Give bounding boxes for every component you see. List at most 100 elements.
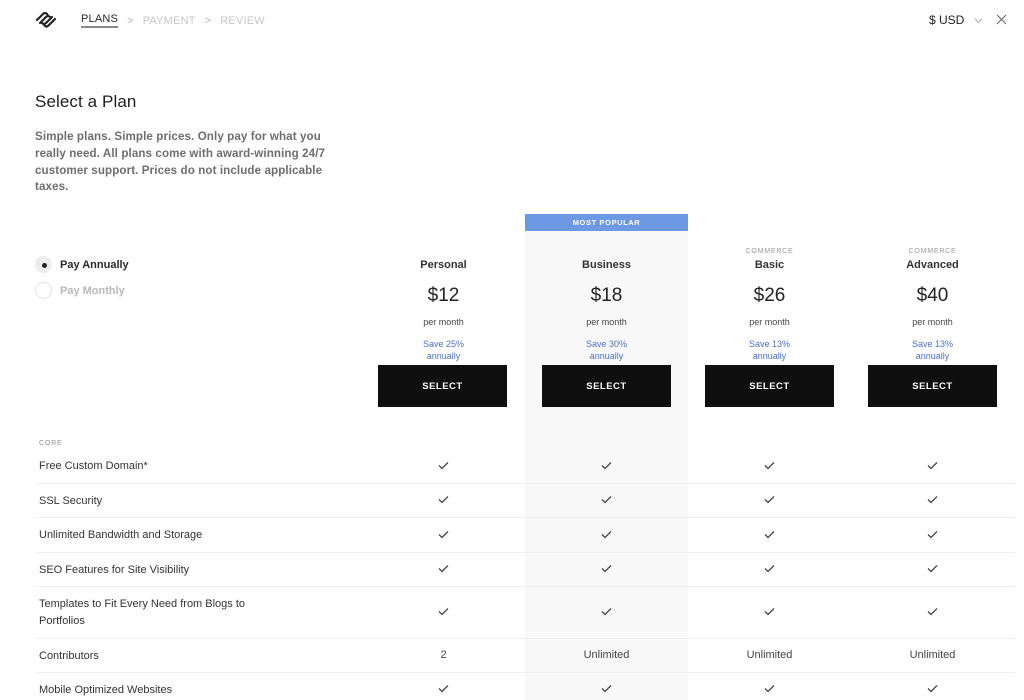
step-review: REVIEW (220, 14, 265, 27)
currency-label: $ USD (929, 13, 965, 27)
check-icon (362, 607, 525, 619)
check-icon (851, 461, 1014, 473)
step-separator-icon: > (204, 14, 212, 27)
squarespace-logo-icon[interactable] (35, 11, 57, 29)
check-icon (851, 495, 1014, 507)
pay-annually-option[interactable]: Pay Annually (35, 256, 129, 273)
feature-value: Unlimited (583, 649, 630, 661)
feature-row: Contributors 2 Unlimited Unlimited Unlimited (35, 639, 1015, 673)
feature-name: Free Custom Domain* (39, 460, 148, 472)
check-icon (688, 495, 851, 507)
check-icon (362, 495, 525, 507)
page-title: Select a Plan (35, 92, 137, 111)
plan-price: $26 (753, 285, 786, 306)
plan-savings-line2: annually (915, 351, 950, 361)
plan-name: Business (582, 259, 631, 271)
select-business-button[interactable]: SELECT (542, 365, 671, 407)
plan-savings-line1: Save 25% (422, 339, 465, 349)
currency-selector[interactable]: $ USD (929, 13, 983, 27)
check-icon (525, 684, 688, 696)
check-icon (688, 607, 851, 619)
pay-monthly-option[interactable]: Pay Monthly (35, 282, 129, 299)
billing-period-radio-group: Pay Annually Pay Monthly (35, 256, 129, 308)
select-commerce-basic-button[interactable]: SELECT (705, 365, 834, 407)
plan-kicker (362, 246, 525, 257)
plan-kicker: COMMERCE (908, 248, 957, 255)
check-icon (851, 564, 1014, 576)
plan-savings: Save 13% annually (851, 338, 1014, 362)
plan-personal: Personal $12 per month Save 25% annually (362, 240, 525, 362)
pay-monthly-label[interactable]: Pay Monthly (60, 285, 125, 297)
check-icon (851, 684, 1014, 696)
check-icon (688, 530, 851, 542)
feature-row: Templates to Fit Every Need from Blogs t… (35, 587, 1015, 639)
plan-savings-line2: annually (426, 351, 461, 361)
plan-savings-line1: Save 13% (748, 339, 791, 349)
step-payment: PAYMENT (142, 14, 196, 27)
check-icon (525, 530, 688, 542)
feature-row: SEO Features for Site Visibility (35, 553, 1015, 587)
plan-period: per month (749, 317, 790, 327)
plan-price: $40 (916, 285, 949, 306)
check-icon (525, 461, 688, 473)
check-icon (688, 461, 851, 473)
check-icon (362, 530, 525, 542)
step-plans[interactable]: PLANS (81, 13, 119, 28)
check-icon (362, 461, 525, 473)
feature-name: SEO Features for Site Visibility (39, 563, 190, 576)
plan-savings-line1: Save 13% (911, 339, 954, 349)
check-icon (362, 684, 525, 696)
check-icon (525, 607, 688, 619)
feature-row: SSL Security (35, 484, 1015, 518)
plan-period: per month (586, 317, 627, 327)
plan-kicker (525, 246, 688, 257)
plan-kicker: COMMERCE (745, 248, 794, 255)
step-separator-icon: > (127, 14, 134, 27)
feature-section-label: CORE (39, 440, 63, 447)
chevron-down-icon (974, 17, 983, 23)
plan-name: Advanced (906, 259, 959, 271)
feature-name: SSL Security (39, 494, 103, 507)
plan-savings: Save 30% annually (525, 338, 688, 362)
feature-name: Contributors (39, 649, 99, 662)
checkout-steps-breadcrumb: PLANS > PAYMENT > REVIEW (81, 13, 265, 28)
plan-price: $12 (427, 285, 460, 306)
plan-savings-line2: annually (589, 351, 624, 361)
feature-row: Unlimited Bandwidth and Storage (35, 518, 1015, 553)
check-icon (525, 495, 688, 507)
pay-monthly-radio[interactable] (35, 282, 52, 299)
plan-savings-line2: annually (752, 351, 787, 361)
select-commerce-advanced-button[interactable]: SELECT (868, 365, 997, 407)
pay-annually-radio[interactable] (35, 256, 52, 273)
feature-name: Mobile Optimized Websites (39, 683, 173, 696)
plan-savings: Save 25% annually (362, 338, 525, 362)
top-bar: PLANS > PAYMENT > REVIEW $ USD (0, 0, 1024, 40)
feature-value: 2 (440, 649, 447, 661)
check-icon (525, 564, 688, 576)
check-icon (688, 564, 851, 576)
plan-name: Basic (754, 259, 785, 271)
check-icon (688, 684, 851, 696)
plan-commerce-basic: COMMERCE Basic $26 per month Save 13% an… (688, 240, 851, 362)
plan-business: Business $18 per month Save 30% annually (525, 240, 688, 362)
select-personal-button[interactable]: SELECT (378, 365, 507, 407)
most-popular-badge: MOST POPULAR (525, 214, 688, 231)
feature-value: Unlimited (909, 649, 956, 661)
plan-period: per month (912, 317, 953, 327)
feature-value: Unlimited (746, 649, 793, 661)
pay-annually-label[interactable]: Pay Annually (60, 259, 129, 271)
plan-price: $18 (590, 285, 623, 306)
plan-savings-line1: Save 30% (585, 339, 628, 349)
plan-commerce-advanced: COMMERCE Advanced $40 per month Save 13%… (851, 240, 1014, 362)
feature-row: Free Custom Domain* (35, 449, 1015, 484)
feature-row: Mobile Optimized Websites (35, 673, 1015, 700)
page-description: Simple plans. Simple prices. Only pay fo… (35, 130, 326, 194)
feature-name: Templates to Fit Every Need from Blogs t… (39, 598, 246, 627)
close-icon[interactable] (996, 14, 1007, 25)
plan-name: Personal (420, 259, 467, 271)
feature-name: Unlimited Bandwidth and Storage (39, 529, 203, 541)
plan-period: per month (423, 317, 464, 327)
check-icon (851, 607, 1014, 619)
check-icon (362, 564, 525, 576)
check-icon (851, 530, 1014, 542)
